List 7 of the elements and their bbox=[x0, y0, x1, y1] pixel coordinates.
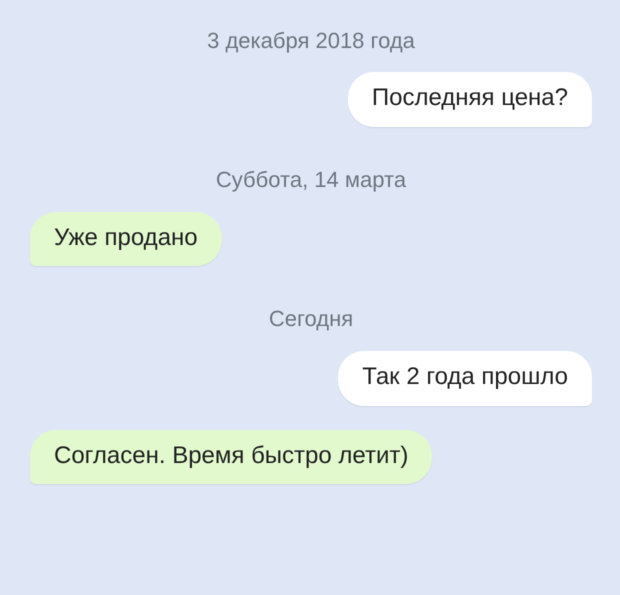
date-label: Суббота, 14 марта bbox=[216, 167, 406, 194]
outgoing-message: Так 2 года прошло bbox=[338, 350, 592, 406]
outgoing-message: Последняя цена? bbox=[348, 72, 592, 128]
incoming-message: Уже продано bbox=[30, 212, 222, 266]
date-label: 3 декабря 2018 года bbox=[207, 28, 415, 54]
date-label: Сегодня bbox=[268, 306, 354, 333]
incoming-message: Согласен. Время быстро летит) bbox=[30, 430, 432, 484]
